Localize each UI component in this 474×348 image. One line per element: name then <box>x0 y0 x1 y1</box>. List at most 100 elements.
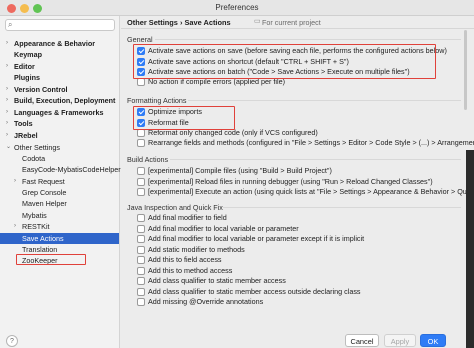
option-label: Add class qualifier to static member acc… <box>148 287 361 296</box>
sidebar-item-label: Tools <box>14 119 33 128</box>
chevron-icon: › <box>14 178 16 184</box>
background-editor-edge <box>466 150 474 348</box>
option-checkbox[interactable] <box>137 129 145 137</box>
option-checkbox[interactable] <box>137 188 145 196</box>
option-label: Add class qualifier to static member acc… <box>148 276 286 285</box>
sidebar-item-label: Version Control <box>14 85 68 94</box>
option-checkbox[interactable] <box>137 139 145 147</box>
option-label: Add final modifier to local variable or … <box>148 224 299 233</box>
sidebar-item-label: EasyCode-MybatisCodeHelper <box>22 165 121 174</box>
section-build: Build Actions <box>127 155 169 164</box>
chevron-icon: › <box>6 63 8 69</box>
cancel-button[interactable]: Cancel <box>345 334 379 347</box>
option-label: [experimental] Execute an action (using … <box>148 187 474 196</box>
formatting-highlight-box <box>133 106 235 130</box>
option-label: Add missing @Override annotations <box>148 297 264 306</box>
section-divider <box>170 159 461 160</box>
option-checkbox[interactable] <box>137 225 145 233</box>
chevron-icon: › <box>6 86 8 92</box>
section-general: General <box>127 35 153 44</box>
settings-search-input[interactable]: ⌕ <box>5 19 115 31</box>
chevron-icon: › <box>14 223 16 229</box>
sidebar-item[interactable]: › Build, Execution, Deployment <box>0 95 119 106</box>
sidebar-item[interactable]: Codota <box>0 153 119 164</box>
option-label: Rearrange fields and methods (configured… <box>148 138 474 147</box>
option-label: [experimental] Compile files (using "Bui… <box>148 166 332 175</box>
option-checkbox[interactable] <box>137 298 145 306</box>
sidebar-item[interactable]: ⌄ Other Settings <box>0 142 119 153</box>
sidebar-item-label: Build, Execution, Deployment <box>14 96 116 105</box>
chevron-icon: › <box>6 40 8 46</box>
sidebar-item[interactable]: › Editor <box>0 61 119 72</box>
sidebar-item-label: Languages & Frameworks <box>14 108 104 117</box>
option-checkbox[interactable] <box>137 267 145 275</box>
sidebar-item[interactable]: › Languages & Frameworks <box>0 107 119 118</box>
help-button[interactable]: ? <box>6 335 18 347</box>
sidebar-item[interactable]: EasyCode-MybatisCodeHelper <box>0 164 121 175</box>
section-divider <box>155 39 461 40</box>
title-bar: Preferences <box>0 0 474 16</box>
sidebar-item-label: Keymap <box>14 50 42 59</box>
window-title: Preferences <box>215 3 259 12</box>
sidebar-item[interactable]: Plugins <box>0 72 119 83</box>
chevron-icon: › <box>6 120 8 126</box>
option-checkbox[interactable] <box>137 256 145 264</box>
sidebar-item-label: Mybatis <box>22 211 47 220</box>
sidebar-item-label: Grep Console <box>22 188 67 197</box>
scrollbar[interactable] <box>464 30 467 110</box>
option-checkbox[interactable] <box>137 214 145 222</box>
chevron-icon: › <box>6 132 8 138</box>
scope-label: For current project <box>262 18 321 27</box>
sidebar-item[interactable]: › JRebel <box>0 130 119 141</box>
sidebar-item[interactable]: Grep Console <box>0 187 119 198</box>
option-label: Add this to field access <box>148 255 222 264</box>
ok-button[interactable]: OK <box>420 334 446 347</box>
sidebar-item[interactable]: Maven Helper <box>0 198 119 209</box>
sidebar-item[interactable]: Save Actions <box>0 233 119 244</box>
sidebar-item[interactable]: › Tools <box>0 118 119 129</box>
section-divider <box>188 100 461 101</box>
breadcrumb: Other Settings › Save Actions <box>127 18 231 27</box>
option-checkbox[interactable] <box>137 235 145 243</box>
option-checkbox[interactable] <box>137 277 145 285</box>
section-java: Java Inspection and Quick Fix <box>127 203 223 212</box>
sidebar-item-label: Editor <box>14 62 35 71</box>
sidebar-item[interactable]: Keymap <box>0 49 119 60</box>
chevron-icon: › <box>6 109 8 115</box>
section-formatting: Formatting Actions <box>127 96 187 105</box>
option-checkbox[interactable] <box>137 246 145 254</box>
option-checkbox[interactable] <box>137 167 145 175</box>
sidebar-item[interactable]: › RESTKit <box>0 221 119 232</box>
option-label: Add final modifier to field <box>148 213 227 222</box>
sidebar-item[interactable]: › Version Control <box>0 84 119 95</box>
option-checkbox[interactable] <box>137 288 145 296</box>
option-label: Add final modifier to local variable or … <box>148 234 365 243</box>
sidebar-item-label: Codota <box>22 154 46 163</box>
sidebar-item-label: Plugins <box>14 73 40 82</box>
option-checkbox[interactable] <box>137 78 145 86</box>
chevron-icon: ⌄ <box>6 144 12 150</box>
settings-sidebar: ⌕ › Appearance & Behavior Keymap › Editor Plu… <box>0 16 121 348</box>
option-label: Add static modifier to methods <box>148 245 245 254</box>
section-divider <box>223 207 461 208</box>
option-label: Add this to method access <box>148 266 233 275</box>
chevron-icon: › <box>6 97 8 103</box>
project-scope-icon: ▭ <box>254 18 261 25</box>
sidebar-item-label: Save Actions <box>22 234 64 243</box>
sidebar-item[interactable]: › Fast Request <box>0 176 119 187</box>
option-checkbox[interactable] <box>137 178 145 186</box>
sidebar-item-label: Appearance & Behavior <box>14 39 96 48</box>
save-actions-highlight-box <box>16 254 86 265</box>
search-icon: ⌕ <box>8 20 13 29</box>
sidebar-item-label: Fast Request <box>22 177 65 186</box>
sidebar-item-label: RESTKit <box>22 222 50 231</box>
apply-button[interactable]: Apply <box>384 334 416 347</box>
sidebar-item-label: JRebel <box>14 131 38 140</box>
settings-header: Other Settings › Save Actions ▭ For curr… <box>121 16 474 29</box>
sidebar-item[interactable]: › Appearance & Behavior <box>0 38 119 49</box>
sidebar-item-label: Other Settings <box>14 143 60 152</box>
sidebar-item-label: Maven Helper <box>22 199 67 208</box>
general-highlight-box <box>133 44 436 79</box>
sidebar-item[interactable]: Mybatis <box>0 210 119 221</box>
option-label: [experimental] Reload files in running d… <box>148 177 433 186</box>
